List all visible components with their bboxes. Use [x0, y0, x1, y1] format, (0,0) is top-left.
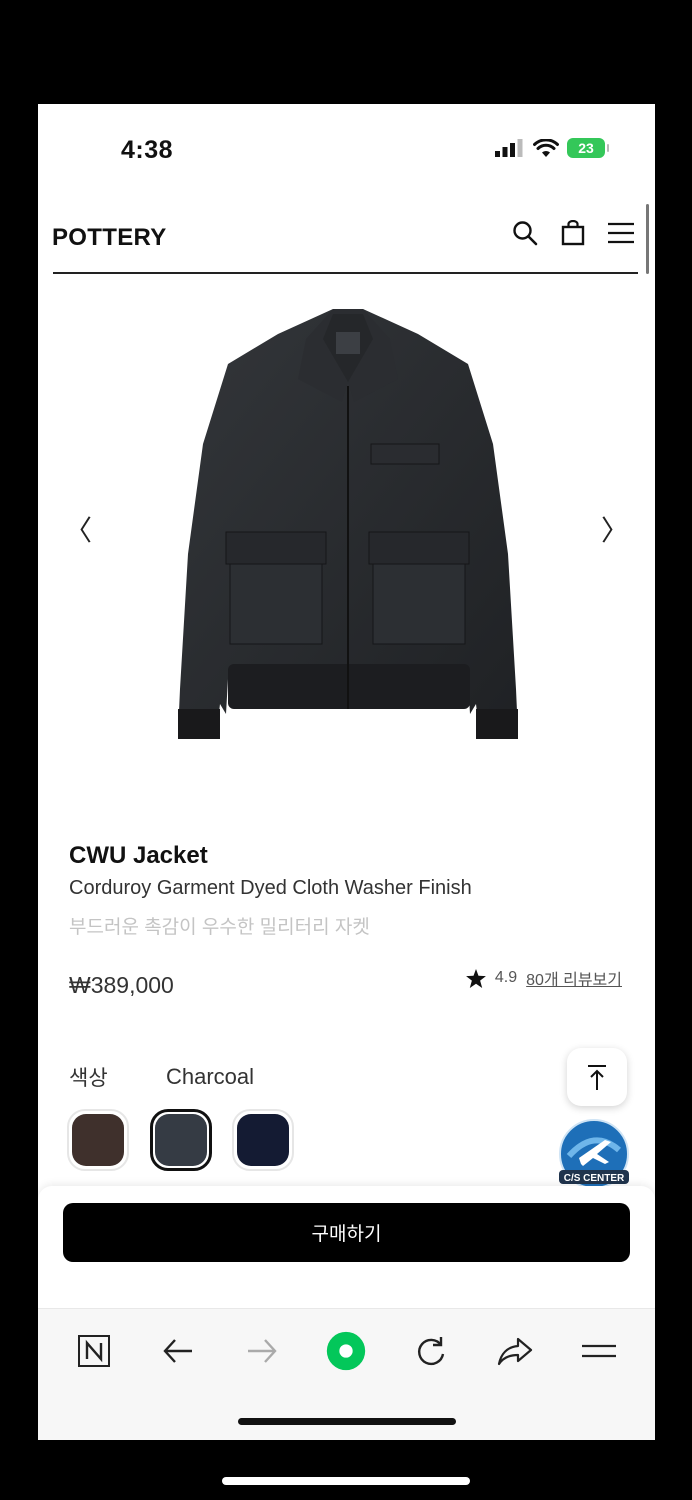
- star-icon: [465, 968, 486, 988]
- reviews-link[interactable]: 80개 리뷰보기: [526, 966, 622, 990]
- browser-menu-icon[interactable]: [579, 1331, 619, 1371]
- forward-arrow-icon[interactable]: [242, 1331, 282, 1371]
- search-icon[interactable]: [511, 219, 539, 247]
- share-icon[interactable]: [495, 1331, 535, 1371]
- header-divider: [53, 272, 638, 274]
- naver-n-icon[interactable]: [74, 1331, 114, 1371]
- status-time: 4:38: [121, 136, 174, 164]
- cs-center-label: C/S CENTER: [564, 1173, 625, 1184]
- rating-value: 4.9: [494, 969, 518, 986]
- swatch-fill: [72, 1114, 124, 1166]
- phone-screen: 4:38 23 POTTERY 〈 〉 CWU Jacket Corduroy …: [38, 104, 655, 1440]
- home-indicator[interactable]: [238, 1418, 456, 1425]
- scroll-top-button[interactable]: [567, 1048, 627, 1106]
- wifi-icon: [533, 138, 559, 157]
- product-description: 부드러운 촉감이 우수한 밀리터리 자켓: [69, 917, 370, 938]
- product-image[interactable]: [158, 294, 538, 774]
- product-rating: 4.9 80개 리뷰보기: [465, 966, 622, 990]
- shopping-bag-icon[interactable]: [559, 219, 587, 247]
- product-price: ₩389,000: [69, 972, 174, 998]
- battery-icon: 23: [567, 138, 609, 158]
- status-icons: 23: [495, 138, 609, 158]
- buy-button[interactable]: 구매하기: [63, 1203, 630, 1262]
- brand-logo[interactable]: POTTERY: [52, 224, 167, 252]
- color-swatch-navy[interactable]: [232, 1109, 294, 1171]
- color-swatch-brown[interactable]: [67, 1109, 129, 1171]
- product-subtitle: Corduroy Garment Dyed Cloth Washer Finis…: [69, 877, 472, 899]
- cs-center-icon[interactable]: C/S CENTER: [557, 1118, 631, 1190]
- signal-icon: [495, 139, 523, 157]
- selected-color: Charcoal: [166, 1064, 255, 1089]
- chevron-right-icon[interactable]: 〉: [601, 509, 629, 549]
- hamburger-menu-icon[interactable]: [607, 219, 635, 247]
- color-swatch-charcoal[interactable]: [150, 1109, 212, 1171]
- swatch-fill: [155, 1114, 207, 1166]
- purchase-panel: 구매하기: [38, 1186, 655, 1308]
- outer-home-indicator: [222, 1477, 470, 1485]
- battery-level: 23: [578, 140, 594, 156]
- product-name: CWU Jacket: [69, 842, 208, 869]
- color-label: 색상: [69, 1067, 108, 1090]
- header-actions: [511, 219, 635, 247]
- swatch-fill: [237, 1114, 289, 1166]
- scroll-top-icon: [588, 1065, 606, 1090]
- chevron-left-icon[interactable]: 〈: [64, 509, 92, 549]
- green-home-icon[interactable]: [326, 1331, 366, 1371]
- refresh-icon[interactable]: [411, 1331, 451, 1371]
- back-arrow-icon[interactable]: [158, 1331, 198, 1371]
- scrollbar[interactable]: [646, 204, 649, 274]
